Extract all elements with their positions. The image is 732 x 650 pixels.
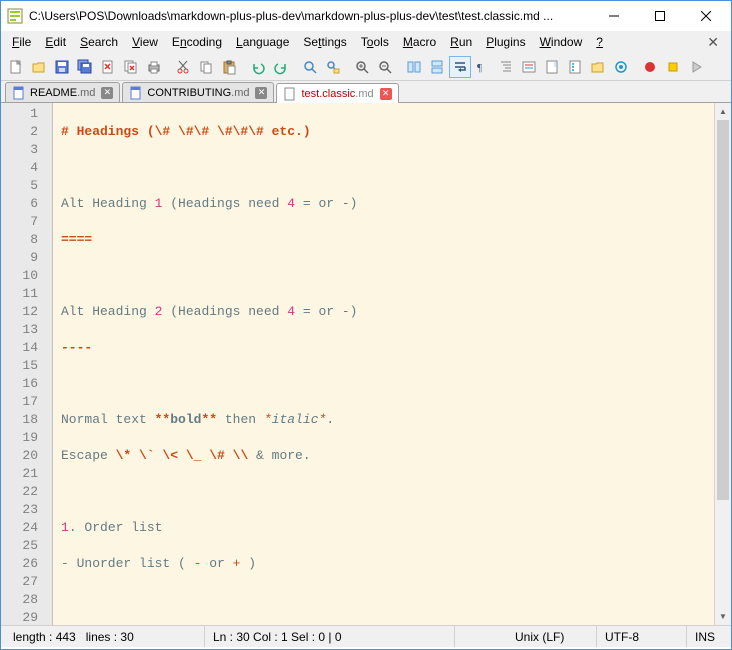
menu-run[interactable]: Run	[443, 33, 479, 51]
editor-area: 1234567891011121314151617181920212223242…	[1, 103, 731, 625]
line-number-gutter[interactable]: 1234567891011121314151617181920212223242…	[1, 103, 53, 625]
save-button[interactable]	[51, 56, 73, 78]
menu-help[interactable]: ?	[589, 33, 610, 51]
menu-search[interactable]: Search	[73, 33, 125, 51]
vertical-scrollbar[interactable]: ▲ ▼	[714, 103, 731, 625]
tab-close-icon[interactable]: ✕	[101, 87, 113, 99]
print-button[interactable]	[143, 56, 165, 78]
window-title: C:\Users\POS\Downloads\markdown-plus-plu…	[29, 9, 591, 23]
undo-button[interactable]	[247, 56, 269, 78]
cut-button[interactable]	[172, 56, 194, 78]
menu-window[interactable]: Window	[533, 33, 590, 51]
file-icon	[283, 87, 297, 101]
window-controls	[591, 1, 729, 31]
stop-button[interactable]	[662, 56, 684, 78]
tab-bar: README.md ✕ CONTRIBUTING.md ✕ test.class…	[1, 81, 731, 103]
close-all-button[interactable]	[120, 56, 142, 78]
menu-encoding[interactable]: Encoding	[165, 33, 229, 51]
tab-label: README.md	[30, 87, 95, 99]
replace-button[interactable]	[322, 56, 344, 78]
tab-label: test.classic.md	[301, 88, 373, 100]
folder-button[interactable]	[587, 56, 609, 78]
tab-close-icon[interactable]: ✕	[380, 88, 392, 100]
maximize-button[interactable]	[637, 1, 683, 31]
func-list-button[interactable]	[564, 56, 586, 78]
menu-file[interactable]: File	[5, 33, 38, 51]
menu-view[interactable]: View	[125, 33, 165, 51]
toolbar: ¶	[1, 53, 731, 81]
code-editor[interactable]: # Headings (\# \#\# \#\#\# etc.) Alt Hea…	[53, 103, 714, 625]
tab-close-icon[interactable]: ✕	[255, 87, 267, 99]
redo-button[interactable]	[270, 56, 292, 78]
open-file-button[interactable]	[28, 56, 50, 78]
status-eol: Unix (LF)	[507, 626, 597, 647]
scroll-down-icon[interactable]: ▼	[715, 608, 731, 625]
title-bar: C:\Users\POS\Downloads\markdown-plus-plu…	[1, 1, 731, 31]
sync-v-button[interactable]	[403, 56, 425, 78]
menu-macro[interactable]: Macro	[396, 33, 443, 51]
copy-button[interactable]	[195, 56, 217, 78]
tab-test-classic[interactable]: test.classic.md ✕	[276, 83, 398, 103]
menubar-close-icon[interactable]: ✕	[699, 34, 727, 51]
record-button[interactable]	[639, 56, 661, 78]
svg-text:¶: ¶	[477, 62, 482, 74]
monitor-button[interactable]	[610, 56, 632, 78]
minimize-button[interactable]	[591, 1, 637, 31]
file-icon	[129, 86, 143, 100]
zoom-out-button[interactable]	[374, 56, 396, 78]
new-file-button[interactable]	[5, 56, 27, 78]
scroll-up-icon[interactable]: ▲	[715, 103, 731, 120]
menu-language[interactable]: Language	[229, 33, 296, 51]
status-length: length : 443 lines : 30	[5, 626, 205, 647]
scroll-thumb[interactable]	[717, 120, 729, 500]
doc-map-button[interactable]	[541, 56, 563, 78]
tab-readme[interactable]: README.md ✕	[5, 82, 120, 102]
menu-plugins[interactable]: Plugins	[479, 33, 532, 51]
status-insert-mode: INS	[687, 626, 727, 647]
file-icon	[12, 86, 26, 100]
sync-h-button[interactable]	[426, 56, 448, 78]
status-position: Ln : 30 Col : 1 Sel : 0 | 0	[205, 626, 455, 647]
menu-edit[interactable]: Edit	[38, 33, 73, 51]
status-encoding: UTF-8	[597, 626, 687, 647]
tab-label: CONTRIBUTING.md	[147, 87, 249, 99]
menu-settings[interactable]: Settings	[296, 33, 353, 51]
save-all-button[interactable]	[74, 56, 96, 78]
wordwrap-button[interactable]	[449, 56, 471, 78]
status-bar: length : 443 lines : 30 Ln : 30 Col : 1 …	[1, 625, 731, 647]
indent-guide-button[interactable]	[495, 56, 517, 78]
find-button[interactable]	[299, 56, 321, 78]
menu-tools[interactable]: Tools	[354, 33, 396, 51]
udl-button[interactable]	[518, 56, 540, 78]
close-file-button[interactable]	[97, 56, 119, 78]
all-chars-button[interactable]: ¶	[472, 56, 494, 78]
play-button[interactable]	[685, 56, 707, 78]
tab-contributing[interactable]: CONTRIBUTING.md ✕	[122, 82, 274, 102]
app-icon	[7, 8, 23, 24]
zoom-in-button[interactable]	[351, 56, 373, 78]
close-button[interactable]	[683, 1, 729, 31]
menu-bar: File Edit Search View Encoding Language …	[1, 31, 731, 53]
paste-button[interactable]	[218, 56, 240, 78]
